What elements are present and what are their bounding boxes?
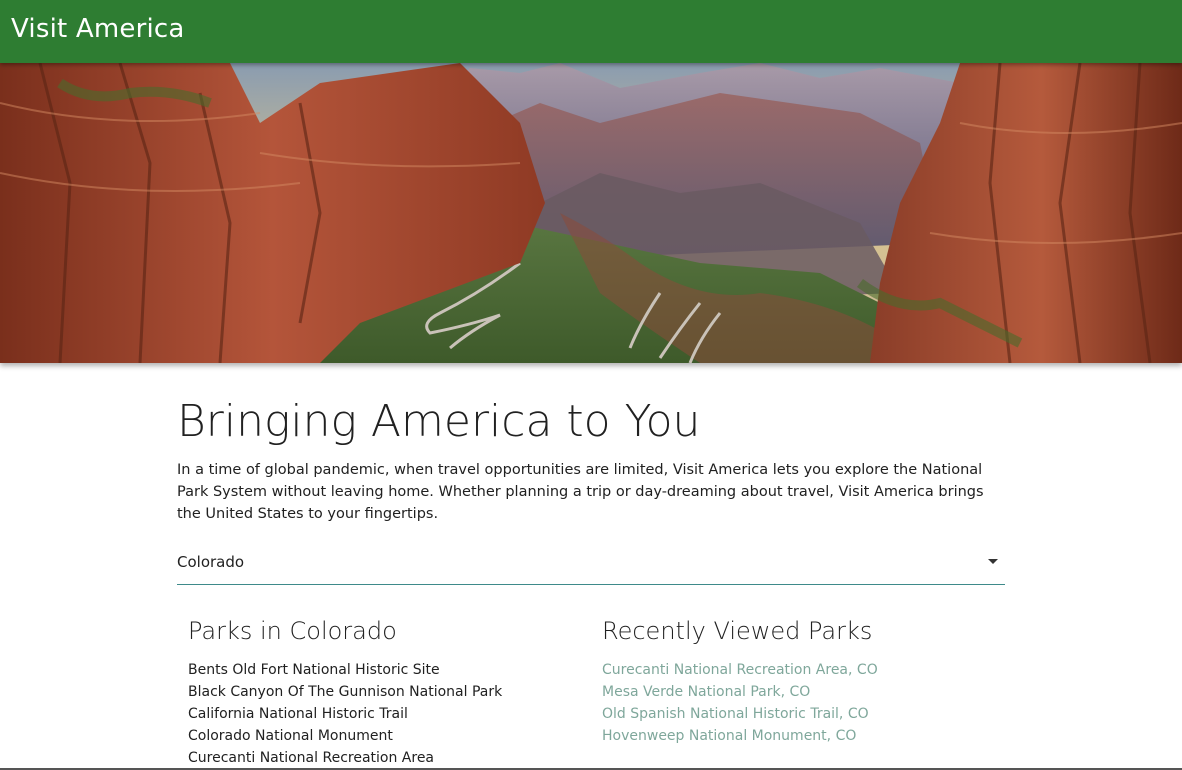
recent-park-link[interactable]: Mesa Verde National Park, CO xyxy=(602,681,1005,703)
page-headline: Bringing America to You xyxy=(177,396,701,447)
arrow-drop-down-icon[interactable] xyxy=(988,559,998,564)
park-list-item[interactable]: Curecanti National Recreation Area xyxy=(188,747,588,769)
recent-list: Curecanti National Recreation Area, CO M… xyxy=(602,659,1005,747)
recent-park-link[interactable]: Hovenweep National Monument, CO xyxy=(602,725,1005,747)
park-list-item[interactable]: Black Canyon Of The Gunnison National Pa… xyxy=(188,681,588,703)
app-title[interactable]: Visit America xyxy=(11,14,185,44)
parks-section: Parks in Colorado Bents Old Fort Nationa… xyxy=(188,617,588,769)
park-list-item[interactable]: Bents Old Fort National Historic Site xyxy=(188,659,588,681)
hero-image xyxy=(0,63,1182,363)
hero-banner xyxy=(0,63,1182,363)
parks-list: Bents Old Fort National Historic Site Bl… xyxy=(188,659,588,769)
park-list-item[interactable]: Colorado National Monument xyxy=(188,725,588,747)
recent-section-title: Recently Viewed Parks xyxy=(602,617,873,645)
parks-section-title: Parks in Colorado xyxy=(188,617,397,645)
recent-park-link[interactable]: Old Spanish National Historic Trail, CO xyxy=(602,703,1005,725)
intro-paragraph: In a time of global pandemic, when trave… xyxy=(177,462,984,522)
recent-park-link[interactable]: Curecanti National Recreation Area, CO xyxy=(602,659,1005,681)
state-select[interactable]: Colorado xyxy=(177,549,1005,585)
app-bar: Visit America xyxy=(0,0,1182,63)
recent-section: Recently Viewed Parks Curecanti National… xyxy=(602,617,1005,747)
state-select-value: Colorado xyxy=(177,553,245,571)
park-list-item[interactable]: California National Historic Trail xyxy=(188,703,588,725)
